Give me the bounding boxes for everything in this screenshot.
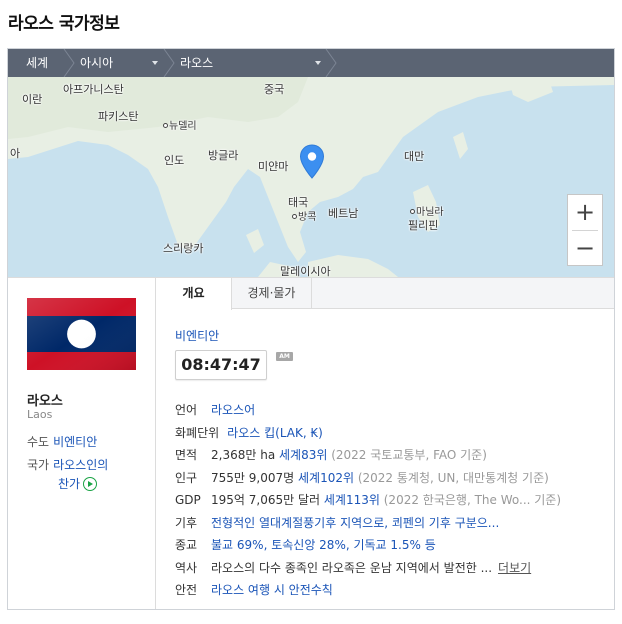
row-gdp: GDP 195억 7,065만 달러 세계113위 (2022 한국은행, The…: [175, 493, 562, 507]
map-label-malaysia: 말레이시아: [280, 265, 331, 277]
map-zoom-control: + −: [567, 194, 603, 266]
city-dot-icon: [292, 214, 297, 219]
breadcrumb-country[interactable]: 라오스: [180, 49, 213, 77]
page-title: 라오스 국가정보: [8, 14, 120, 34]
row-population: 인구 755만 9,007명 세계102위 (2022 통계청, UN, 대만통계…: [175, 470, 549, 485]
map-label-manila: 마닐라: [410, 203, 444, 218]
map-label-srilanka: 스리랑카: [163, 242, 204, 255]
city-dot-icon: [410, 209, 415, 214]
row-currency: 화폐단위 라오스 킵(LAK, ₭): [175, 425, 323, 440]
currency-link[interactable]: 라오스 킵(LAK, ₭): [227, 426, 323, 440]
language-link[interactable]: 라오스어: [211, 403, 255, 417]
country-map[interactable]: 이란 아프가니스탄 파키스탄 뉴델리 중국 아 인도 방글라 미얀마 대만 태국…: [8, 77, 614, 277]
map-label-philippines: 필리핀: [408, 219, 439, 232]
population-rank-link[interactable]: 세계102위: [298, 471, 354, 485]
ampm-badge: AM: [276, 352, 293, 361]
map-pin-icon[interactable]: [299, 144, 325, 180]
anthem-row: 국가 라오스인의: [27, 456, 108, 473]
breadcrumb-world[interactable]: 세계: [26, 49, 48, 77]
map-label-iran-left: 아: [10, 147, 21, 160]
country-summary-panel: 라오스 Laos 수도 비엔티안 국가 라오스인의 찬가: [8, 277, 156, 609]
row-area: 면적 2,368만 ha 세계83위 (2022 국토교통부, FAO 기준): [175, 448, 487, 462]
map-label-iran: 이란: [22, 93, 43, 106]
safety-link[interactable]: 라오스 여행 시 안전수칙: [211, 583, 333, 597]
row-history: 역사 라오스의 다수 종족인 라오족은 운남 지역에서 발전한 ... 더보기: [175, 560, 532, 575]
breadcrumb-region[interactable]: 아시아: [80, 49, 113, 77]
plus-icon[interactable]: +: [568, 195, 602, 230]
tab-overview[interactable]: 개요: [156, 278, 232, 310]
breadcrumb-separator-icon: [163, 49, 175, 77]
capital-label: 수도: [27, 435, 50, 449]
capital-row: 수도 비엔티안: [27, 433, 97, 450]
map-label-myanmar: 미얀마: [258, 160, 289, 173]
laos-flag-icon: [27, 298, 136, 370]
row-safety: 안전 라오스 여행 시 안전수칙: [175, 583, 333, 597]
map-label-bangladesh: 방글라: [208, 149, 239, 162]
anthem-row-2: 찬가: [58, 475, 98, 492]
info-rows: 언어 라오스어 화폐단위 라오스 킵(LAK, ₭) 면적 2,368만 ha 세계8…: [175, 399, 605, 602]
country-name-english: Laos: [27, 408, 53, 421]
clock-city: 비엔티안: [175, 329, 220, 343]
play-icon[interactable]: [83, 477, 98, 491]
map-label-china: 중국: [264, 83, 285, 96]
local-time: 08:47:47: [175, 350, 267, 380]
tab-economy[interactable]: 경제·물가: [232, 278, 312, 309]
country-name: 라오스: [27, 394, 63, 409]
minus-icon[interactable]: −: [568, 231, 602, 266]
country-info-card: 세계 아시아 라오스 이란 아프가니스탄 파키스탄 뉴델리 중국 아 인도 방글…: [7, 48, 615, 610]
row-language: 언어 라오스어: [175, 403, 256, 417]
climate-link[interactable]: 전형적인 열대계절풍기후 지역으로, 쾨펜의 기후 구분으...: [211, 516, 499, 530]
chevron-down-icon[interactable]: [315, 61, 321, 65]
anthem-link-2[interactable]: 찬가: [58, 477, 80, 491]
row-climate: 기후 전형적인 열대계절풍기후 지역으로, 쾨펜의 기후 구분으...: [175, 515, 500, 530]
map-label-new-delhi: 뉴델리: [163, 117, 197, 132]
more-link[interactable]: 더보기: [498, 561, 531, 575]
detail-panel: 개요 경제·물가 비엔티안 08:47:47 AM 언어 라오스어 화폐단위 라오스…: [156, 277, 614, 609]
city-dot-icon: [163, 123, 168, 128]
breadcrumb-separator-icon: [325, 49, 337, 77]
breadcrumb-separator-icon: [63, 49, 75, 77]
chevron-down-icon[interactable]: [152, 61, 158, 65]
area-rank-link[interactable]: 세계83위: [279, 448, 327, 462]
anthem-label: 국가: [27, 458, 50, 472]
capital-link[interactable]: 비엔티안: [53, 435, 97, 449]
tab-bar: 개요 경제·물가: [156, 278, 614, 310]
map-label-pakistan: 파키스탄: [98, 110, 139, 123]
map-label-bangkok: 방콕: [292, 208, 316, 223]
anthem-link[interactable]: 라오스인의: [53, 458, 108, 472]
row-religion: 종교 불교 69%, 토속신앙 28%, 기독교 1.5% 등: [175, 538, 436, 552]
religion-link[interactable]: 불교 69%, 토속신앙 28%, 기독교 1.5% 등: [211, 538, 436, 552]
map-label-vietnam: 베트남: [328, 207, 359, 220]
gdp-rank-link[interactable]: 세계113위: [324, 493, 380, 507]
map-label-taiwan: 대만: [404, 150, 425, 163]
map-label-afghanistan: 아프가니스탄: [63, 83, 124, 96]
breadcrumb: 세계 아시아 라오스: [8, 49, 614, 77]
map-label-india: 인도: [164, 154, 185, 167]
